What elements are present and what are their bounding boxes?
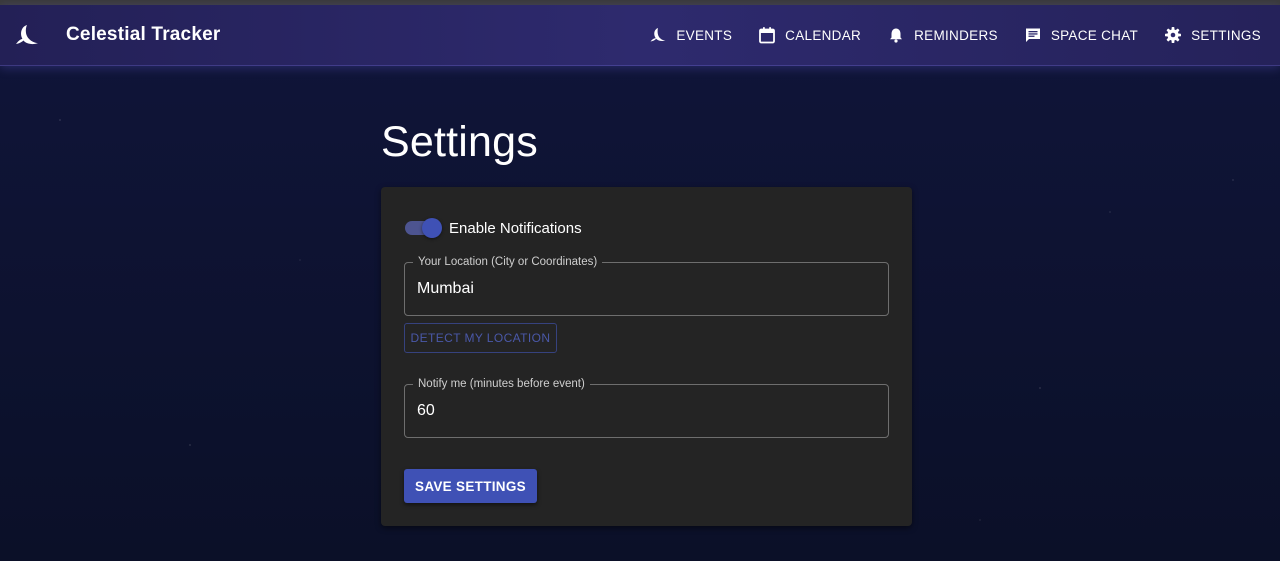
- notifications-label: Enable Notifications: [449, 219, 582, 237]
- page-title: Settings: [381, 118, 538, 166]
- app-title: Celestial Tracker: [66, 24, 221, 45]
- nav-settings-label: SETTINGS: [1191, 27, 1261, 43]
- nav-calendar-label: CALENDAR: [785, 27, 862, 43]
- moon-icon: [649, 26, 667, 44]
- nav-reminders-label: REMINDERS: [914, 27, 998, 43]
- notifications-toggle-row: Enable Notifications: [404, 218, 582, 238]
- save-settings-button[interactable]: SAVE SETTINGS: [404, 469, 537, 503]
- nav-reminders[interactable]: REMINDERS: [887, 26, 998, 44]
- detect-location-button[interactable]: DETECT MY LOCATION: [404, 323, 557, 353]
- gear-icon: [1164, 26, 1182, 44]
- app-bar: Celestial Tracker EVENTS CALENDAR REMIND…: [0, 5, 1280, 66]
- calendar-icon: [758, 26, 776, 44]
- location-field-label: Your Location (City or Coordinates): [413, 255, 603, 269]
- nav-space-chat[interactable]: SPACE CHAT: [1024, 26, 1138, 44]
- bell-icon: [887, 26, 905, 44]
- notify-minutes-input[interactable]: [417, 400, 872, 422]
- location-input[interactable]: [417, 278, 872, 300]
- nav-calendar[interactable]: CALENDAR: [758, 26, 861, 44]
- nav-space-chat-label: SPACE CHAT: [1050, 27, 1139, 43]
- notifications-switch[interactable]: [404, 218, 442, 238]
- nav-events[interactable]: EVENTS: [649, 26, 732, 44]
- nav-events-label: EVENTS: [676, 27, 733, 43]
- switch-thumb: [422, 218, 442, 238]
- main-nav: EVENTS CALENDAR REMINDERS SPACE CHAT SET…: [623, 26, 1261, 44]
- location-field: Your Location (City or Coordinates): [404, 255, 889, 316]
- settings-card: Enable Notifications Your Location (City…: [381, 187, 912, 526]
- notify-minutes-field: Notify me (minutes before event): [404, 377, 889, 438]
- brand[interactable]: Celestial Tracker: [14, 22, 220, 48]
- chat-icon: [1024, 26, 1042, 44]
- nav-settings[interactable]: SETTINGS: [1164, 26, 1261, 44]
- notify-minutes-label: Notify me (minutes before event): [413, 377, 590, 391]
- moon-icon: [14, 22, 40, 48]
